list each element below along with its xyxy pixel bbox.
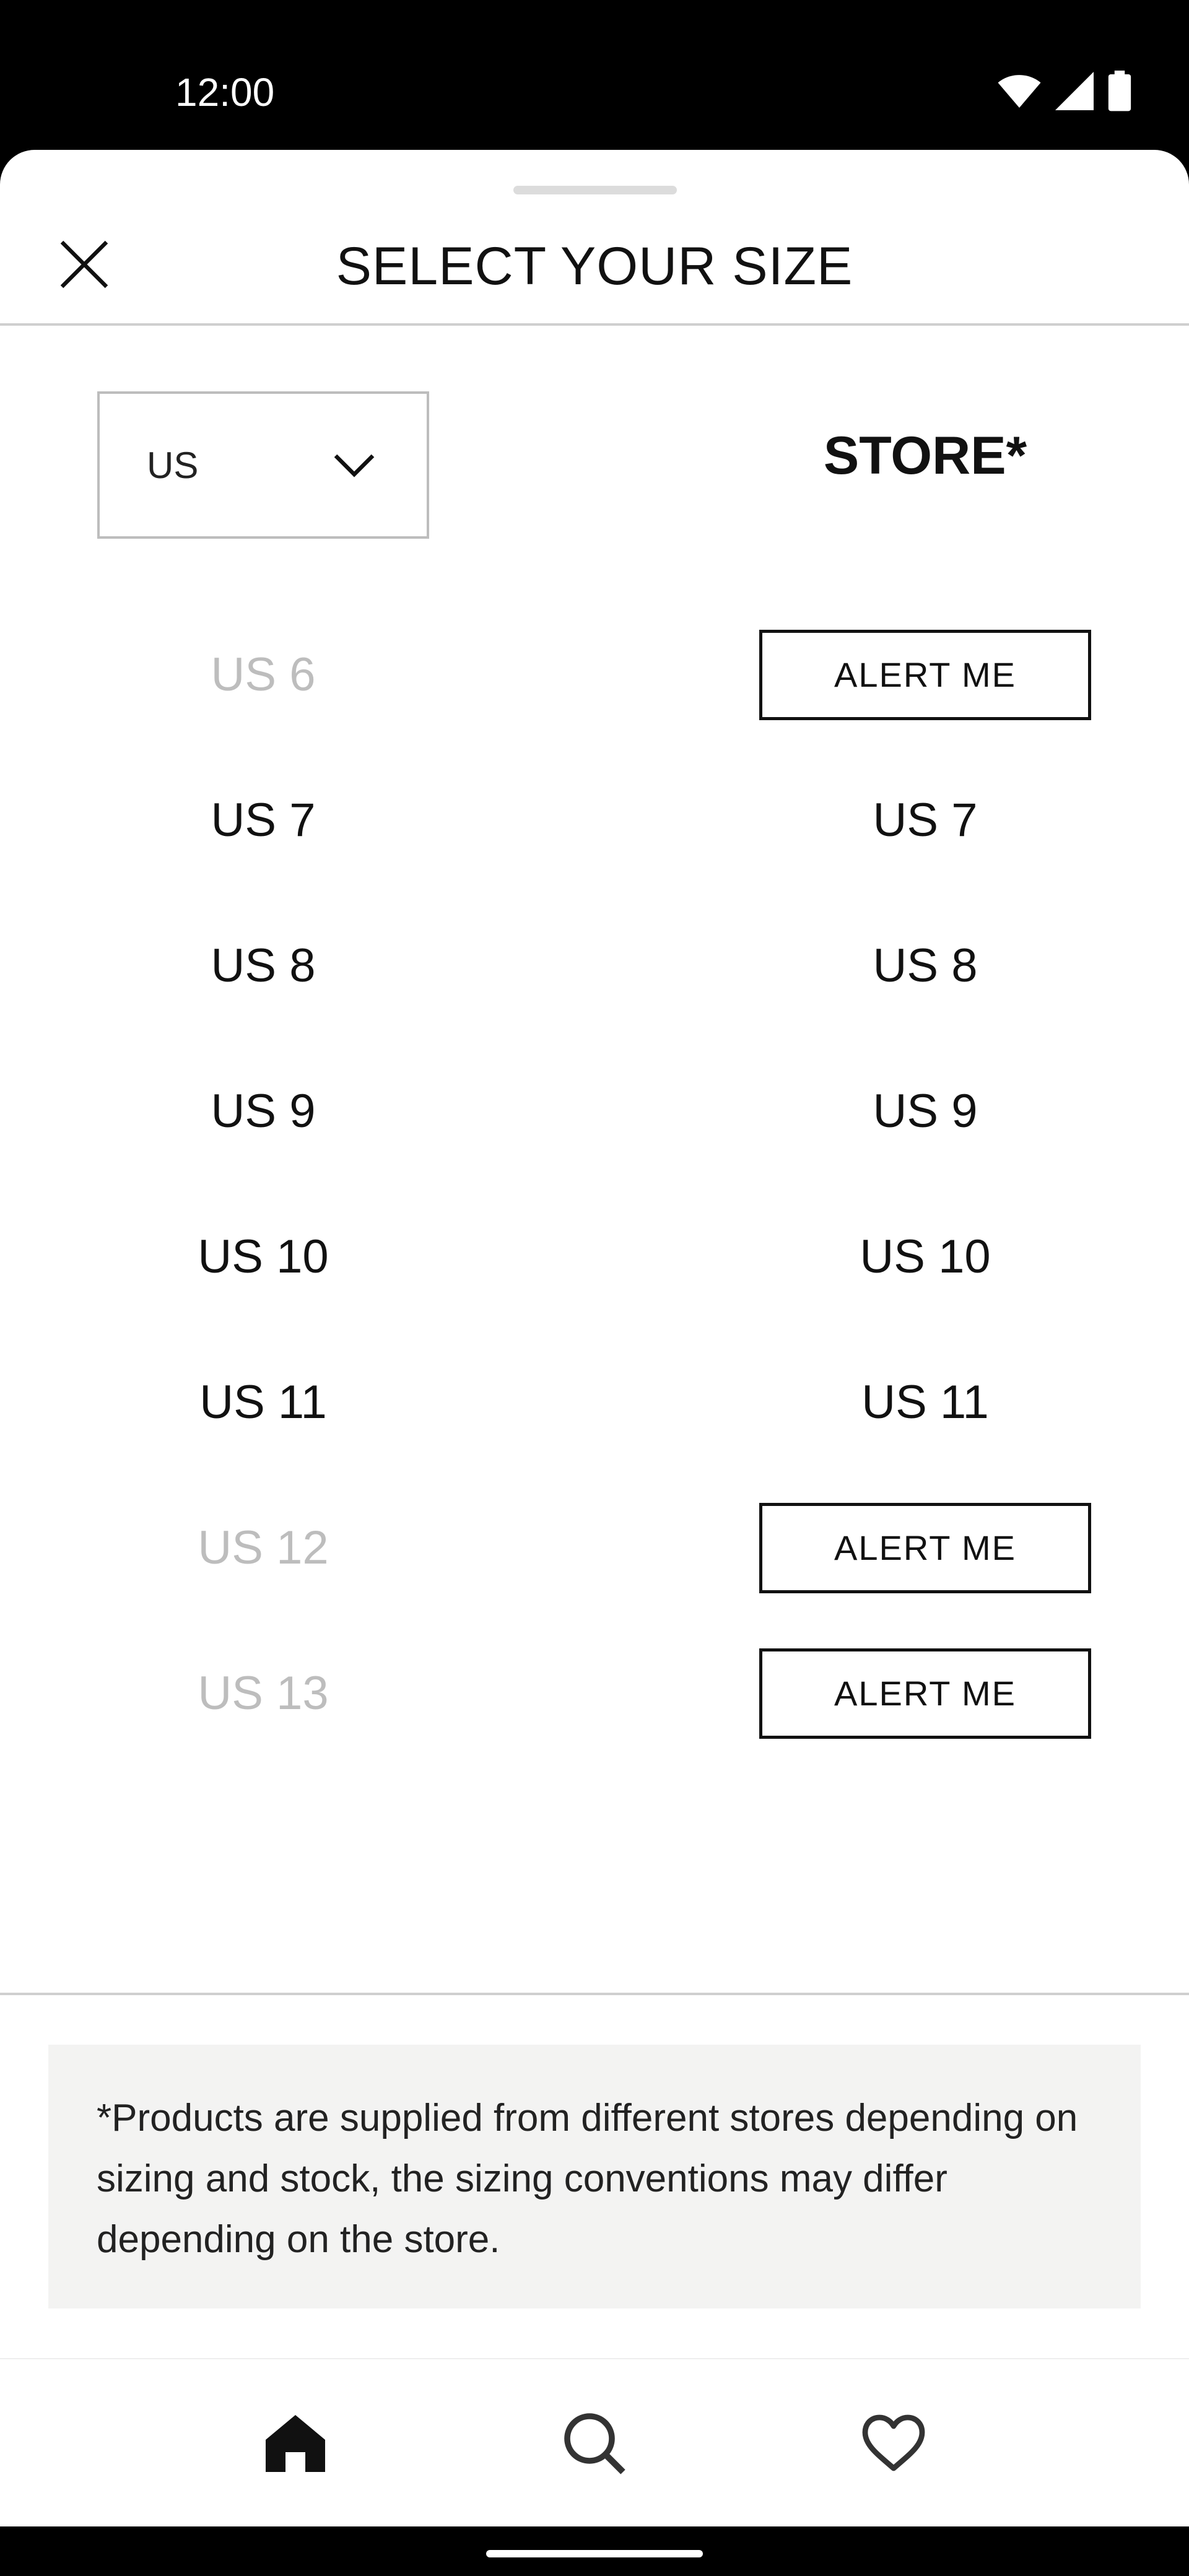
size-option[interactable]: US 9 [0, 1038, 526, 1184]
size-option: US 12 [198, 1521, 329, 1574]
status-icons [997, 69, 1132, 113]
footer-divider [0, 1993, 1189, 1995]
sheet-title: SELECT YOUR SIZE [336, 237, 853, 296]
nav-search[interactable] [520, 2359, 669, 2526]
size-row[interactable]: US 8 US 8 [0, 893, 1189, 1038]
store-size[interactable]: US 8 [685, 893, 1165, 1038]
store-size[interactable]: US 7 [685, 747, 1165, 893]
store-size[interactable]: US 11 [685, 1329, 1165, 1475]
gesture-navigation-bar [0, 2526, 1189, 2576]
store-size[interactable]: US 9 [685, 1038, 1165, 1184]
size-option[interactable]: US 11 [0, 1329, 526, 1475]
header-divider [0, 323, 1189, 326]
size-row[interactable]: US 10 US 10 [0, 1184, 1189, 1329]
store-notice-text: *Products are supplied from different st… [97, 2097, 1078, 2261]
size-bottom-sheet: SELECT YOUR SIZE US STORE* US 6 ALERT ME… [0, 150, 1189, 2526]
heart-icon [862, 2414, 925, 2471]
store-notice: *Products are supplied from different st… [48, 2045, 1141, 2308]
bottom-navigation [0, 2358, 1189, 2526]
size-row[interactable]: US 7 US 7 [0, 747, 1189, 893]
nav-home[interactable] [221, 2359, 370, 2526]
size-option: US 6 [211, 648, 316, 701]
size-row: US 12 ALERT ME [0, 1475, 1189, 1621]
home-icon [266, 2415, 325, 2472]
store-size[interactable]: US 10 [685, 1184, 1165, 1329]
status-time: 12:00 [175, 70, 275, 115]
size-option[interactable]: US 8 [0, 893, 526, 1038]
status-bar: 12:00 [0, 0, 1189, 150]
drag-handle[interactable] [513, 186, 677, 194]
size-option[interactable]: US 10 [0, 1184, 526, 1329]
alert-me-button[interactable]: ALERT ME [759, 1502, 1091, 1593]
chevron-down-icon [334, 454, 375, 477]
size-row: US 13 ALERT ME [0, 1621, 1189, 1766]
region-value: US [147, 444, 199, 486]
size-list: US 6 ALERT ME US 7 US 7 US 8 US 8 US 9 U… [0, 602, 1189, 1766]
size-row[interactable]: US 9 US 9 [0, 1038, 1189, 1184]
alert-me-button[interactable]: ALERT ME [759, 629, 1091, 720]
wifi-icon [998, 75, 1041, 108]
nav-favorites[interactable] [819, 2359, 968, 2526]
signal-icon [1055, 72, 1094, 110]
battery-icon [1108, 71, 1131, 111]
alert-me-button[interactable]: ALERT ME [759, 1648, 1091, 1739]
size-row[interactable]: US 11 US 11 [0, 1329, 1189, 1475]
search-icon [564, 2413, 625, 2474]
size-option[interactable]: US 7 [0, 747, 526, 893]
store-column-header: STORE* [823, 426, 1027, 485]
size-region-dropdown[interactable]: US [97, 391, 429, 539]
size-row: US 6 ALERT ME [0, 602, 1189, 747]
size-option: US 13 [198, 1667, 329, 1720]
home-gesture-pill[interactable] [486, 2550, 703, 2557]
